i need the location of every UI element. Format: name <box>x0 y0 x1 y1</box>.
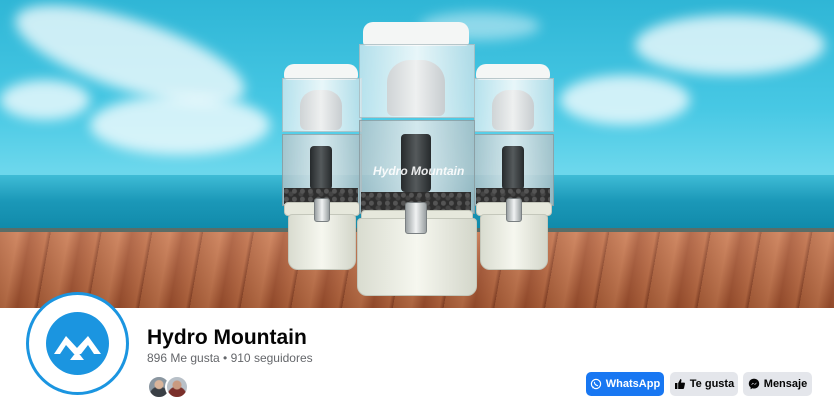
dispenser-base <box>288 214 356 270</box>
message-button[interactable]: Mensaje <box>743 372 812 396</box>
page-stats[interactable]: 896 Me gusta • 910 seguidores <box>147 351 313 365</box>
dispenser-dome <box>492 90 534 130</box>
like-button[interactable]: Te gusta <box>670 372 738 396</box>
cover-photo[interactable]: Hydro Mountain <box>0 0 834 308</box>
like-button-label: Te gusta <box>689 378 735 390</box>
dispenser-tap <box>314 198 330 222</box>
dispenser-filter-core <box>502 146 524 190</box>
cloud <box>0 80 90 120</box>
messenger-icon <box>748 378 759 390</box>
message-button-label: Mensaje <box>763 378 808 390</box>
dispenser-filter-core <box>310 146 332 190</box>
page-title[interactable]: Hydro Mountain <box>147 326 307 350</box>
dispenser-brand-text: Hydro Mountain <box>373 164 465 178</box>
dispenser-tap <box>506 198 522 222</box>
whatsapp-button-label: WhatsApp <box>605 378 661 390</box>
thumbs-up-icon <box>674 379 685 389</box>
whatsapp-icon <box>590 378 601 390</box>
dispenser-dome <box>387 60 445 116</box>
cloud <box>635 15 825 75</box>
dispenser-tap <box>405 202 427 234</box>
dispenser-lid <box>363 22 469 46</box>
dispenser-filter-core <box>401 134 431 192</box>
mountain-logo-svg <box>54 336 101 360</box>
whatsapp-button[interactable]: WhatsApp <box>586 372 664 396</box>
cloud <box>560 75 690 125</box>
water-dispenser-left <box>278 64 364 270</box>
water-dispenser-center: Hydro Mountain <box>355 22 477 296</box>
mountain-logo-icon <box>46 312 109 375</box>
water-dispenser-right <box>470 64 556 270</box>
dispenser-dome <box>300 90 342 130</box>
dispenser-base <box>480 214 548 270</box>
cloud <box>90 95 270 155</box>
friend-avatar[interactable] <box>165 375 189 399</box>
